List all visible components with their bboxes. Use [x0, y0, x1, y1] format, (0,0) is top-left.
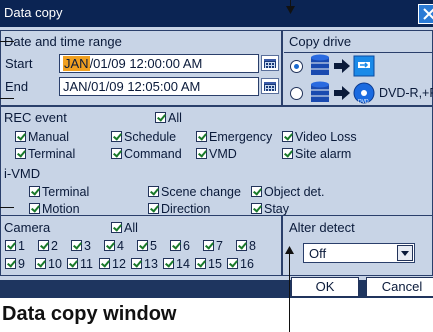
dialog-body: Date and time range Start JAN/01/09 12:0… [0, 27, 433, 280]
start-datetime-field[interactable]: JAN/01/09 12:00:00 AM [59, 54, 259, 73]
camera-8[interactable]: 8 [236, 239, 256, 253]
camera-6[interactable]: 6 [170, 239, 190, 253]
hdd-database-icon [311, 81, 329, 102]
rec-event-command[interactable]: Command [111, 147, 182, 161]
copy-drive-option-hdd[interactable] [290, 60, 303, 73]
dialog-footer: OK Cancel [0, 277, 433, 298]
removable-drive-icon [353, 55, 375, 77]
leader-line-rec-event [0, 98, 14, 99]
window-title: Data copy [4, 5, 63, 20]
camera-1[interactable]: 1 [5, 239, 25, 253]
start-label: Start [5, 56, 33, 71]
copy-drive-option-dvd[interactable] [290, 87, 303, 100]
ivmd-object-det[interactable]: Object det. [251, 185, 324, 199]
leader-line-camera [0, 207, 14, 208]
close-button[interactable] [418, 4, 433, 24]
rec-event-manual[interactable]: Manual [15, 130, 69, 144]
camera-4[interactable]: 4 [104, 239, 124, 253]
end-calendar-button[interactable] [261, 78, 279, 94]
dvd-label: DVD-R,+R [379, 86, 433, 100]
camera-16[interactable]: 16 [227, 257, 254, 271]
rec-event-schedule[interactable]: Schedule [111, 130, 176, 144]
ivmd-motion[interactable]: Motion [29, 202, 80, 216]
copy-drive-title: Copy drive [289, 34, 352, 49]
alter-detect-value: Off [309, 246, 327, 261]
alter-detect-select[interactable]: Off [303, 243, 415, 263]
camera-7[interactable]: 7 [203, 239, 223, 253]
close-icon [423, 8, 433, 20]
camera-15[interactable]: 15 [195, 257, 222, 271]
ivmd-stay[interactable]: Stay [251, 202, 289, 216]
camera-12[interactable]: 12 [99, 257, 126, 271]
end-label: End [5, 79, 29, 94]
camera-3[interactable]: 3 [71, 239, 91, 253]
rec-event-vmd[interactable]: VMD [196, 147, 237, 161]
camera-2[interactable]: 2 [38, 239, 58, 253]
cancel-button[interactable]: Cancel [366, 277, 433, 297]
leader-line-date-range [0, 41, 14, 42]
camera-9[interactable]: 9 [5, 257, 25, 271]
rec-event-title: REC event [4, 110, 67, 125]
camera-title: Camera [4, 220, 51, 235]
camera-11[interactable]: 11 [67, 257, 93, 271]
start-month: JAN [63, 56, 90, 71]
start-calendar-button[interactable] [261, 55, 279, 71]
rec-event-emergency[interactable]: Emergency [196, 130, 272, 144]
dvd-disc-icon: DVD [353, 82, 375, 105]
drive-separator [284, 52, 432, 53]
ivmd-scene-change[interactable]: Scene change [148, 185, 241, 199]
rec-event-site-alarm[interactable]: Site alarm [282, 147, 351, 161]
camera-10[interactable]: 10 [35, 257, 62, 271]
chevron-down-icon[interactable] [397, 245, 413, 261]
arrow-right-icon [334, 86, 350, 100]
rec-event-video-loss[interactable]: Video Loss [282, 130, 357, 144]
hdd-database-icon [311, 54, 329, 75]
alter-detect-title: Alter detect [289, 220, 355, 235]
date-range-panel: Date and time range Start JAN/01/09 12:0… [0, 30, 282, 106]
title-bar: Data copy [0, 0, 433, 27]
rec-event-all-checkbox[interactable]: All [155, 111, 182, 125]
copy-drive-panel: Copy drive DVD DVD-R,+R [282, 30, 433, 106]
camera-14[interactable]: 14 [163, 257, 190, 271]
ok-button[interactable]: OK [291, 277, 359, 297]
ivmd-title: i-VMD [4, 166, 41, 181]
alter-detect-panel: Alter detect Off [282, 215, 433, 276]
data-copy-dialog: Data copy Date and time range Start JAN/… [0, 0, 433, 298]
camera-panel: Camera All 1 2 3 4 5 6 7 8 9 10 11 12 13… [0, 215, 282, 276]
arrow-up-icon [285, 246, 294, 254]
figure-caption: Data copy window [2, 303, 177, 325]
date-range-title: Date and time range [4, 34, 122, 49]
camera-all-checkbox[interactable]: All [111, 221, 138, 235]
end-datetime-field[interactable]: JAN/01/09 12:05:00 AM [59, 77, 259, 96]
ivmd-direction[interactable]: Direction [148, 202, 210, 216]
rec-event-panel: REC event All Manual Schedule Emergency … [0, 106, 433, 220]
camera-13[interactable]: 13 [131, 257, 158, 271]
svg-text:DVD: DVD [358, 99, 369, 105]
start-datetime-rest: /01/09 12:00:00 AM [89, 56, 203, 71]
rec-event-terminal[interactable]: Terminal [15, 147, 75, 161]
camera-5[interactable]: 5 [137, 239, 157, 253]
ivmd-terminal[interactable]: Terminal [29, 185, 89, 199]
arrow-right-icon [334, 59, 350, 73]
calendar-icon [264, 82, 276, 91]
leader-line-alter-detect [289, 250, 290, 332]
arrow-down-icon [286, 6, 295, 14]
calendar-icon [264, 59, 276, 68]
